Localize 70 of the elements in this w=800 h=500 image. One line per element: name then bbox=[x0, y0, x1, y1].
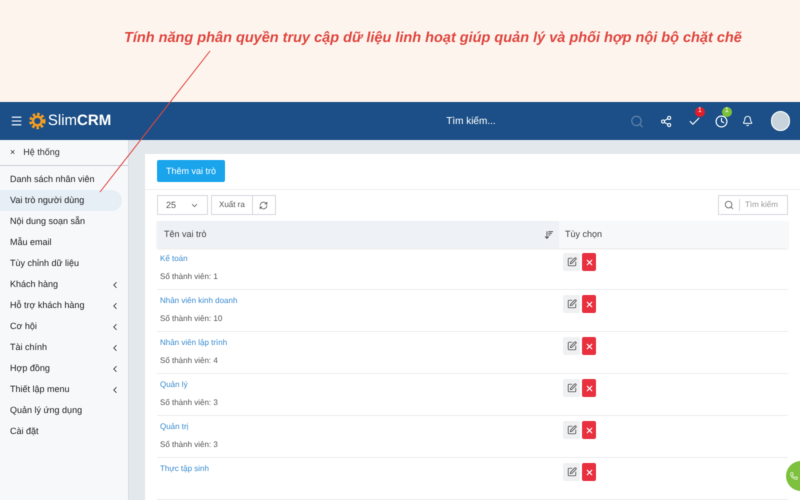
edit-button[interactable] bbox=[563, 379, 580, 397]
member-count: Số thành viên: 1 bbox=[160, 271, 218, 283]
sidebar-item[interactable]: Hỗ trợ khách hàng bbox=[0, 295, 122, 316]
edit-icon bbox=[566, 299, 576, 309]
sidebar-item[interactable]: Cài đặt bbox=[0, 421, 122, 442]
edit-icon bbox=[566, 341, 576, 351]
edit-button[interactable] bbox=[563, 421, 580, 439]
member-count: Số thành viên: 4 bbox=[160, 355, 218, 367]
member-count: Số thành viên: 3 bbox=[160, 439, 218, 451]
edit-button[interactable] bbox=[563, 463, 580, 481]
close-icon bbox=[584, 426, 594, 434]
menu-icon[interactable] bbox=[10, 114, 24, 128]
sidebar-item[interactable]: Hợp đồng bbox=[0, 358, 122, 379]
bell-icon[interactable] bbox=[742, 115, 754, 127]
sidebar-item[interactable]: Danh sách nhân viên bbox=[0, 169, 122, 190]
delete-button[interactable] bbox=[582, 463, 596, 481]
sidebar-item[interactable]: Khách hàng bbox=[0, 274, 122, 295]
edit-button[interactable] bbox=[563, 253, 580, 271]
search-field[interactable]: Tìm kiếm bbox=[718, 195, 788, 216]
delete-button[interactable] bbox=[582, 337, 596, 355]
search-field[interactable]: Tìm kiếm... bbox=[446, 114, 606, 128]
close-icon bbox=[584, 468, 594, 476]
close-icon bbox=[584, 258, 594, 266]
search-icon bbox=[724, 200, 734, 210]
close-icon bbox=[584, 342, 594, 350]
avatar[interactable] bbox=[771, 111, 790, 131]
edit-button[interactable] bbox=[563, 295, 580, 313]
role-link[interactable]: Quản trị bbox=[160, 421, 188, 433]
sidebar-item[interactable]: Nội dung soạn sẵn bbox=[0, 211, 122, 232]
sidebar-item[interactable]: Tùy chỉnh dữ liệu bbox=[0, 253, 122, 274]
edit-icon bbox=[566, 257, 576, 267]
export-button[interactable]: Xuất ra bbox=[211, 195, 253, 216]
page-size-select[interactable]: 25 bbox=[157, 195, 208, 216]
role-link[interactable]: Kế toán bbox=[160, 253, 188, 265]
sidebar-item[interactable]: Thiết lập menu bbox=[0, 379, 122, 400]
section-title: Hệ thống bbox=[23, 146, 60, 159]
delete-button[interactable] bbox=[582, 379, 596, 397]
role-link[interactable]: Nhân viên kinh doanh bbox=[160, 295, 238, 307]
column-header[interactable]: Tên vai trò bbox=[157, 228, 559, 242]
edit-button[interactable] bbox=[563, 337, 580, 355]
sidebar-item[interactable]: Mẫu email bbox=[0, 232, 122, 253]
caption: Tính năng phân quyền truy cập dữ liệu linh hoạt giúp quản lý và phối hợp nội bộ chặt chẽ bbox=[124, 29, 742, 48]
member-count: Số thành viên: 10 bbox=[160, 313, 222, 325]
close-icon bbox=[584, 384, 594, 392]
member-count: Số thành viên: 3 bbox=[160, 397, 218, 409]
delete-button[interactable] bbox=[582, 295, 596, 313]
gear-logo-icon bbox=[28, 111, 47, 131]
clock-icon[interactable] bbox=[714, 114, 728, 128]
role-link[interactable]: Thực tập sinh bbox=[160, 463, 209, 475]
share-icon[interactable] bbox=[660, 114, 672, 128]
logo-text: SlimCRM bbox=[48, 110, 112, 131]
column-header: Tùy chọn bbox=[559, 221, 788, 248]
sort-icon[interactable] bbox=[544, 230, 554, 240]
edit-icon bbox=[566, 383, 576, 393]
close-icon bbox=[584, 300, 594, 308]
role-link[interactable]: Nhân viên lập trình bbox=[160, 337, 228, 349]
edit-icon bbox=[566, 467, 576, 477]
refresh-button[interactable] bbox=[252, 195, 276, 216]
delete-button[interactable] bbox=[582, 421, 596, 439]
role-link[interactable]: Quản lý bbox=[160, 379, 188, 391]
sidebar-item[interactable]: Cơ hội bbox=[0, 316, 122, 337]
phone-icon bbox=[790, 472, 798, 480]
edit-icon bbox=[566, 425, 576, 435]
close-icon[interactable]: × bbox=[10, 146, 16, 160]
refresh-icon bbox=[259, 200, 268, 210]
sidebar-item[interactable]: Vai trò người dùng bbox=[0, 190, 122, 211]
sidebar-item[interactable]: Quản lý ứng dụng bbox=[0, 400, 122, 421]
check-icon[interactable] bbox=[688, 114, 701, 128]
sidebar-item[interactable]: Tài chính bbox=[0, 337, 122, 358]
delete-button[interactable] bbox=[582, 253, 596, 271]
